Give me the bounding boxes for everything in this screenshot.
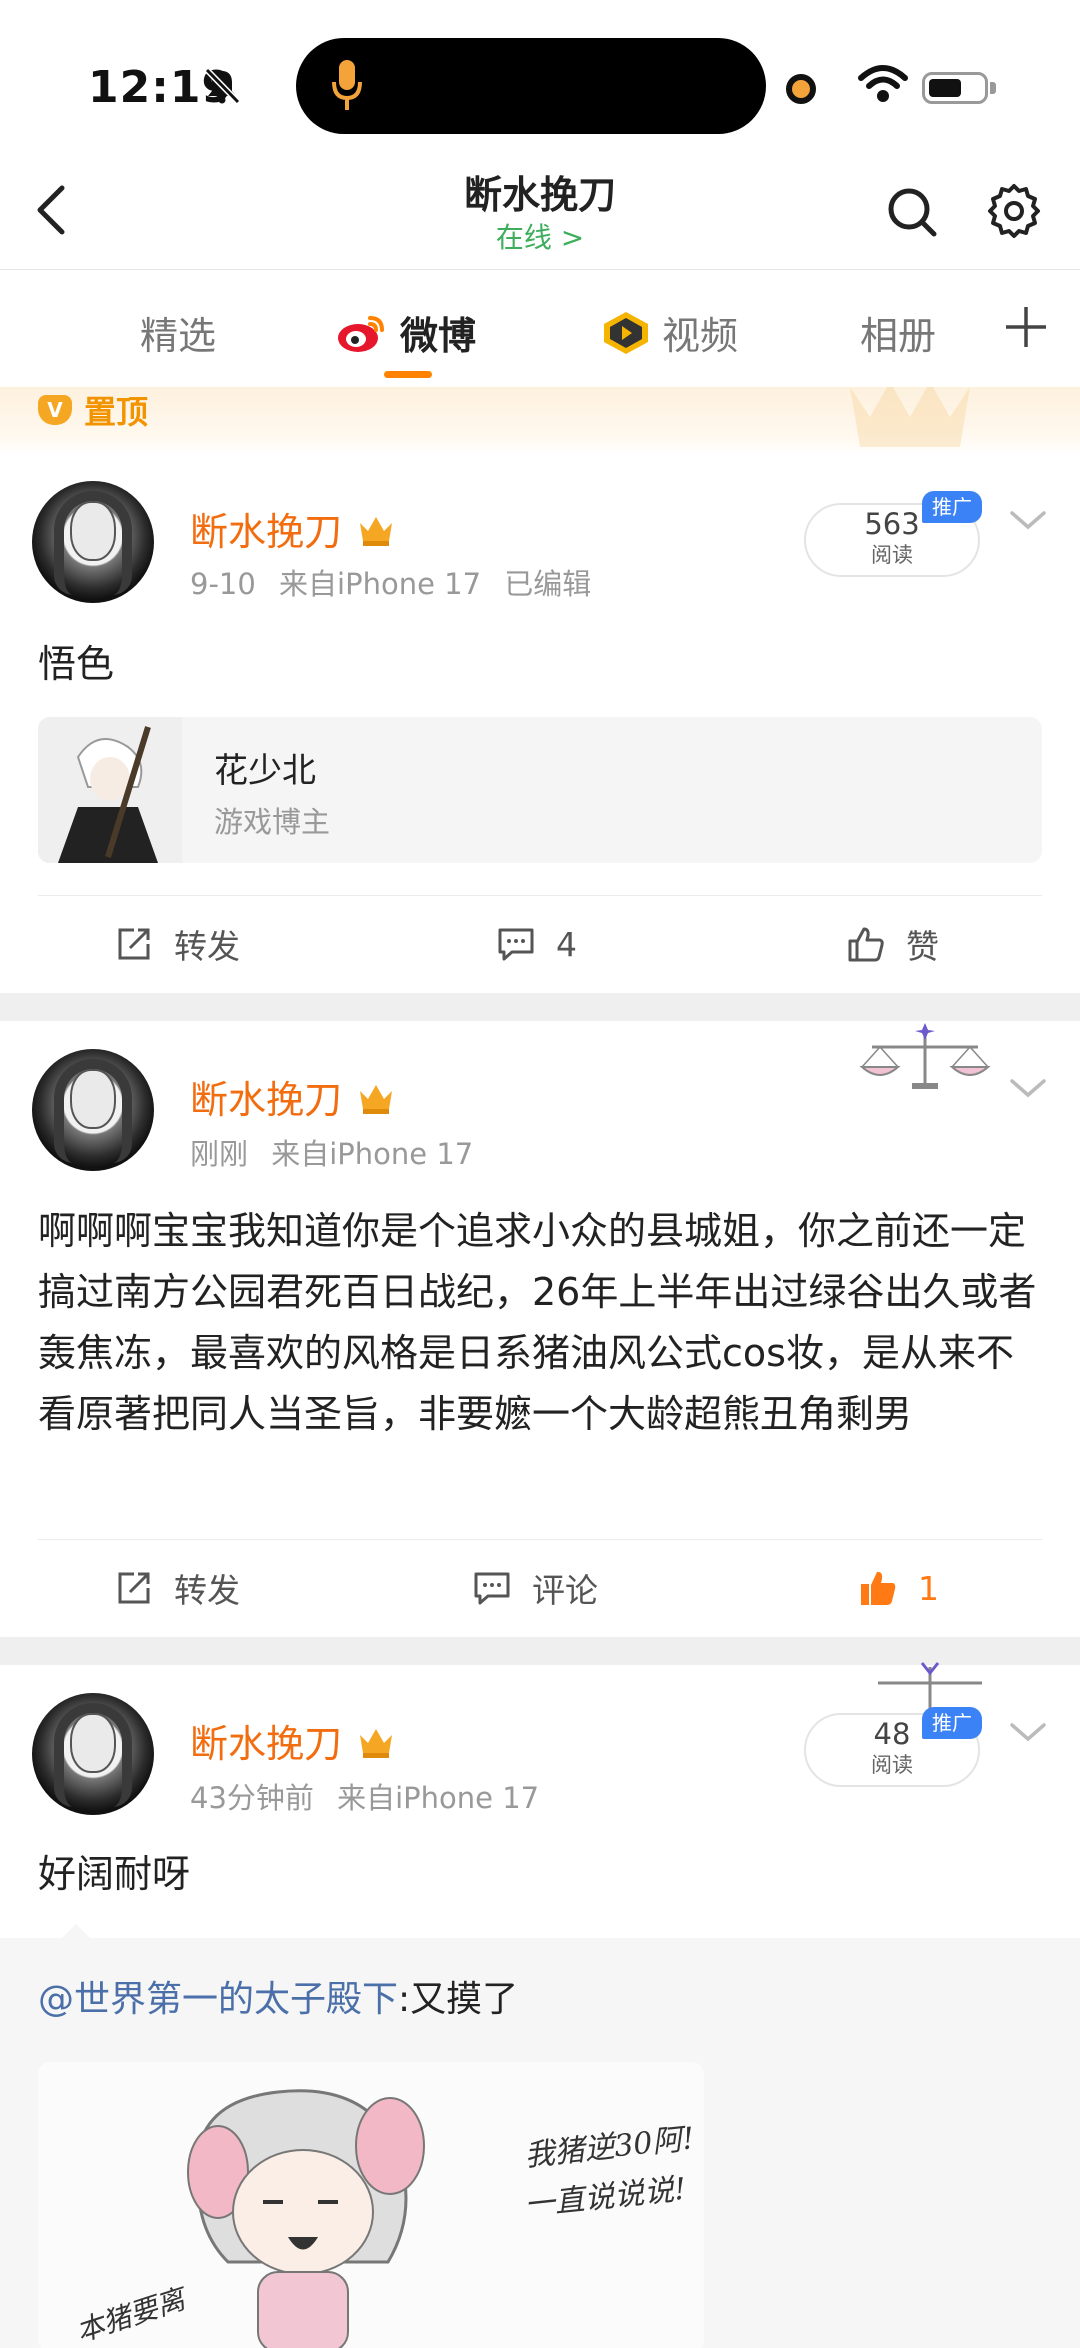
repost-label: 转发 [174, 1571, 240, 1610]
comment-icon [474, 1572, 510, 1605]
comment-count: 4 [556, 924, 577, 964]
repost-icon [118, 1572, 150, 1604]
post-source: 来自iPhone 17 [279, 567, 482, 601]
gear-icon[interactable] [986, 182, 1042, 240]
repost-image[interactable]: 我猪逆30阿! 一直说说说! 本猪要离 [38, 2062, 704, 2348]
post-text: 悟色 [38, 642, 115, 686]
shared-user-subtitle: 游戏博主 [214, 805, 331, 839]
wifi-icon [858, 65, 908, 102]
active-tab-indicator [384, 371, 432, 378]
avatar[interactable] [32, 481, 154, 603]
username-text: 断水挽刀 [190, 1078, 343, 1122]
post-username[interactable]: 断水挽刀 [190, 1069, 396, 1124]
tab-label: 微博 [400, 314, 477, 358]
username-text: 断水挽刀 [190, 510, 343, 554]
chevron-down-icon[interactable] [1008, 507, 1048, 533]
tab-video[interactable]: 视频 [600, 305, 738, 360]
pinned-text: 置顶 [84, 393, 149, 431]
repost-button[interactable]: 转发 [114, 1540, 240, 1636]
libra-decoration-icon [859, 1023, 991, 1089]
shared-user-card[interactable]: 花少北 游戏博主 [38, 717, 1042, 863]
pinned-badge-icon: V [38, 395, 72, 425]
post-meta: 刚刚 来自iPhone 17 [190, 1131, 487, 1173]
post-edited: 已编辑 [504, 567, 592, 601]
crown-icon [360, 1084, 393, 1114]
avatar[interactable] [32, 1049, 154, 1171]
chevron-down-icon[interactable] [1008, 1719, 1048, 1745]
dynamic-island [296, 38, 766, 134]
shared-user-thumbnail [38, 717, 182, 863]
battery-icon [922, 72, 988, 104]
like-button[interactable]: 赞 [846, 896, 939, 992]
pinned-decoration-icon [850, 387, 970, 447]
post-actions: 转发 评论 1 [38, 1539, 1042, 1635]
repost-user-link[interactable]: @世界第一的太子殿下 [38, 1979, 398, 2020]
crown-icon [360, 1728, 393, 1758]
repost-icon [118, 928, 150, 960]
card-separator [0, 993, 1080, 1021]
post-date: 刚刚 [190, 1137, 249, 1171]
post-source: 来自iPhone 17 [271, 1137, 474, 1171]
repost-caret [62, 1924, 90, 1938]
post-card[interactable]: 断水挽刀 43分钟前 来自iPhone 17 48 阅读 推广 好阔耐呀 [0, 1662, 1080, 1938]
profile-tabs: 精选 微博 视频 相册 [0, 271, 1080, 387]
avatar[interactable] [32, 1693, 154, 1815]
repost-text: :又摸了 [398, 1979, 519, 2020]
post-card[interactable]: 断水挽刀 刚刚 来自iPhone 17 啊啊啊宝宝我知道你是个追求小众的县城姐，… [0, 1021, 1080, 1637]
username-text: 断水挽刀 [190, 1722, 343, 1766]
search-icon[interactable] [884, 184, 940, 240]
comment-label: 评论 [532, 1571, 598, 1610]
post-meta: 43分钟前 来自iPhone 17 [190, 1775, 553, 1817]
repost-label: 转发 [174, 927, 240, 966]
post-source: 来自iPhone 17 [337, 1781, 540, 1815]
microphone-icon [332, 60, 362, 110]
tab-label: 视频 [662, 314, 739, 358]
shared-user-name: 花少北 [214, 751, 316, 791]
chevron-down-icon[interactable] [1008, 1075, 1048, 1101]
like-label: 赞 [906, 927, 939, 966]
post-date: 9-10 [190, 567, 256, 601]
thumbs-up-icon [848, 927, 884, 962]
thumbs-up-filled-icon [861, 1571, 896, 1605]
battery-tip [990, 82, 996, 94]
sketch-text: 一直说说说! [522, 2171, 688, 2224]
tab-featured[interactable]: 精选 [140, 305, 216, 360]
post-actions: 转发 4 赞 [38, 895, 1042, 991]
weibo-logo-icon [338, 315, 384, 352]
repost-line: @世界第一的太子殿下:又摸了 [38, 1970, 518, 2022]
post-card[interactable]: 断水挽刀 9-10 来自iPhone 17 已编辑 563 阅读 推广 悟色 花… [0, 455, 1080, 991]
post-text: 好阔耐呀 [38, 1852, 191, 1896]
post-meta: 9-10 来自iPhone 17 已编辑 [190, 561, 605, 603]
crown-icon [360, 516, 393, 546]
like-count: 1 [918, 1568, 939, 1608]
promote-badge[interactable]: 推广 [922, 491, 982, 523]
comment-button[interactable]: 评论 [472, 1540, 598, 1636]
tab-album[interactable]: 相册 [860, 305, 936, 360]
tab-label: 相册 [860, 314, 937, 358]
comment-icon [498, 928, 534, 961]
tab-weibo[interactable]: 微博 [336, 305, 476, 360]
like-button[interactable]: 1 [858, 1540, 939, 1636]
plus-icon[interactable] [1000, 301, 1052, 353]
pinned-label: V 置顶 [38, 387, 148, 433]
read-label: 阅读 [871, 1753, 913, 1777]
nav-bar: 断水挽刀 在线 > [0, 150, 1080, 270]
repost-content[interactable]: @世界第一的太子殿下:又摸了 我猪逆30阿! 一直说说说! 本猪要离 [0, 1924, 1080, 2348]
promote-badge[interactable]: 推广 [922, 1707, 982, 1739]
post-username[interactable]: 断水挽刀 [190, 1713, 396, 1768]
read-label: 阅读 [871, 543, 913, 567]
tab-label: 精选 [140, 314, 217, 358]
sketch-illustration [187, 2089, 425, 2348]
video-icon [604, 311, 648, 354]
post-date: 43分钟前 [190, 1781, 314, 1815]
bell-muted-icon [204, 67, 241, 105]
pinned-banner: V 置顶 [0, 387, 1080, 455]
post-username[interactable]: 断水挽刀 [190, 501, 396, 556]
status-bar: 12:19 [0, 0, 1080, 150]
post-text: 啊啊啊宝宝我知道你是个追求小众的县城姐，你之前还一定搞过南方公园君死百日战纪，2… [38, 1209, 1037, 1436]
repost-button[interactable]: 转发 [114, 896, 240, 992]
recording-indicator-icon [786, 74, 816, 104]
comment-button[interactable]: 4 [496, 896, 577, 992]
